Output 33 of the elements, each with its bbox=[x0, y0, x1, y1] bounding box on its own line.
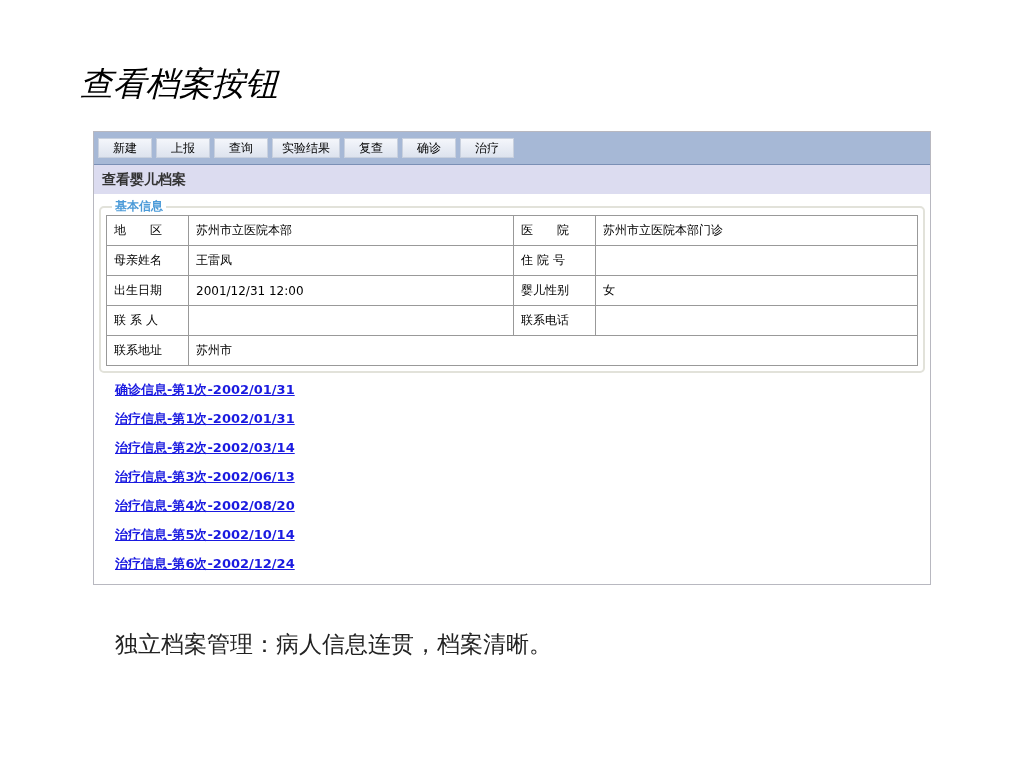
page-heading: 查看婴儿档案 bbox=[94, 165, 930, 194]
field-label: 婴儿性别 bbox=[513, 275, 596, 306]
record-link[interactable]: 治疗信息-第1次-2002/01/31 bbox=[115, 409, 295, 428]
field-value: 女 bbox=[595, 275, 918, 306]
group-legend: 基本信息 bbox=[112, 198, 166, 215]
toolbar-button[interactable]: 治疗 bbox=[460, 138, 514, 158]
toolbar-button[interactable]: 查询 bbox=[214, 138, 268, 158]
field-value: 苏州市立医院本部门诊 bbox=[595, 215, 918, 246]
field-value: 2001/12/31 12:00 bbox=[188, 275, 514, 306]
field-label: 出生日期 bbox=[106, 275, 189, 306]
record-link[interactable]: 确诊信息-第1次-2002/01/31 bbox=[115, 380, 295, 399]
field-label: 地 区 bbox=[106, 215, 189, 246]
slide-title: 查看档案按钮 bbox=[80, 63, 278, 105]
field-value: 王雷凤 bbox=[188, 245, 514, 276]
toolbar-button[interactable]: 新建 bbox=[98, 138, 152, 158]
field-label: 住 院 号 bbox=[513, 245, 596, 276]
field-label: 联系电话 bbox=[513, 305, 596, 336]
record-link[interactable]: 治疗信息-第4次-2002/08/20 bbox=[115, 496, 295, 515]
toolbar-button[interactable]: 实验结果 bbox=[272, 138, 340, 158]
field-label: 联 系 人 bbox=[106, 305, 189, 336]
field-label: 母亲姓名 bbox=[106, 245, 189, 276]
record-link[interactable]: 治疗信息-第5次-2002/10/14 bbox=[115, 525, 295, 544]
record-link[interactable]: 治疗信息-第6次-2002/12/24 bbox=[115, 554, 295, 573]
field-value: 苏州市立医院本部 bbox=[188, 215, 514, 246]
toolbar-button[interactable]: 上报 bbox=[156, 138, 210, 158]
toolbar-button[interactable]: 复查 bbox=[344, 138, 398, 158]
record-link[interactable]: 治疗信息-第2次-2002/03/14 bbox=[115, 438, 295, 457]
field-label: 医 院 bbox=[513, 215, 596, 246]
toolbar-button[interactable]: 确诊 bbox=[402, 138, 456, 158]
field-label: 联系地址 bbox=[106, 335, 189, 366]
record-link[interactable]: 治疗信息-第3次-2002/06/13 bbox=[115, 467, 295, 486]
slide-caption: 独立档案管理：病人信息连贯，档案清晰。 bbox=[115, 630, 552, 659]
field-value: 苏州市 bbox=[188, 335, 918, 366]
